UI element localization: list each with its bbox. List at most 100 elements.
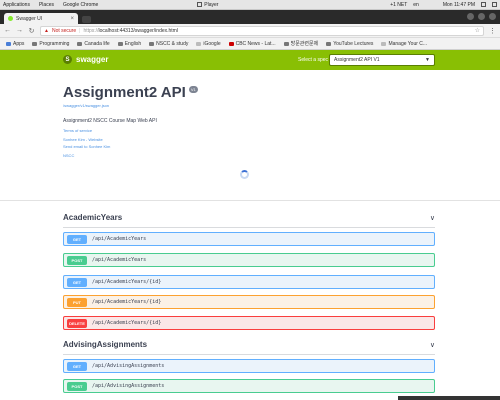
swagger-favicon-icon [8, 16, 13, 21]
method-badge: PUT [67, 297, 87, 307]
places-menu[interactable]: Places [39, 2, 54, 8]
bookmark-apps[interactable]: Apps [6, 41, 24, 47]
operation-get-advising-assignments[interactable]: GET /api/AdvisingAssignments [63, 359, 435, 373]
bookmark-label: Canada life [84, 40, 110, 47]
new-tab-button[interactable] [82, 16, 91, 23]
swagger-logo-icon: S [63, 55, 72, 64]
bookmark-programming[interactable]: Programming [32, 41, 69, 47]
operation-delete-academic-year[interactable]: DELETE /api/AcademicYears/{id} [63, 316, 435, 330]
license-link[interactable]: NSCC [63, 153, 443, 158]
chevron-down-icon[interactable]: ∨ [430, 341, 435, 349]
method-badge: POST [67, 381, 87, 391]
api-info: Assignment2 API V1 /swagger/v1/swagger.j… [63, 84, 443, 158]
close-window-icon[interactable] [489, 13, 496, 20]
applications-label: Applications [3, 1, 30, 8]
bookmark-cbc-news[interactable]: CBC News - Lat... [228, 40, 276, 47]
operation-post-academic-years[interactable]: POST /api/AcademicYears [63, 253, 435, 267]
operation-path: /api/AcademicYears/{id} [92, 279, 162, 285]
browser-toolbar: ← → ↻ ▲ Not secure | https://localhost:4… [0, 24, 500, 38]
spec-json-link[interactable]: /swagger/v1/swagger.json [63, 103, 443, 108]
url-scheme: https:// [83, 27, 99, 34]
reload-icon[interactable]: ↻ [28, 27, 35, 35]
player-icon [197, 2, 203, 7]
contact-website-link[interactable]: Sonhee Kim - Website [63, 137, 443, 142]
tag-advising-assignments[interactable]: AdvisingAssignments ∨ [63, 335, 435, 355]
minimize-icon[interactable] [467, 13, 474, 20]
operation-path: /api/AcademicYears/{id} [92, 320, 162, 326]
language-indicator[interactable]: en [413, 2, 419, 8]
browser-tab[interactable]: Swagger UI × [4, 13, 78, 24]
volume-icon[interactable] [481, 2, 486, 7]
bookmark-label: Manage Your C... [388, 40, 428, 47]
bookmark-label: NSCC & study [156, 40, 189, 47]
player-taskbar-item[interactable]: Player [197, 2, 218, 8]
contact-email-link[interactable]: Send email to Sonhee Kim [63, 144, 443, 149]
bookmark-label: 방문관련문제 [290, 41, 319, 47]
page-icon [196, 41, 202, 46]
bookmark-english[interactable]: English [117, 40, 142, 47]
applications-menu[interactable]: Applications [3, 2, 30, 8]
os-top-panel: Applications Places Google Chrome Player… [0, 0, 500, 10]
spec-select-value: Assignment2 API V1 [334, 57, 380, 63]
folder-icon [77, 41, 83, 46]
bookmark-korean[interactable]: 방문관련문제 [283, 40, 319, 47]
tag-academic-years[interactable]: AcademicYears ∨ [63, 208, 435, 228]
back-arrow-icon[interactable]: ← [4, 27, 11, 34]
power-icon[interactable] [492, 2, 497, 7]
browser-tab-strip: Swagger UI × [0, 10, 500, 24]
tag-title: AdvisingAssignments [63, 340, 148, 349]
operation-path: /api/AdvisingAssignments [92, 383, 165, 389]
forward-arrow-icon[interactable]: → [16, 27, 23, 34]
swagger-logo-text: swagger [76, 55, 109, 64]
not-secure-label: Not secure [51, 27, 77, 34]
bookmark-label: CBC News - Lat... [235, 40, 276, 47]
chevron-down-icon: ▼ [425, 57, 430, 63]
player-label: Player [204, 1, 219, 8]
version-badge: V1 [188, 86, 198, 93]
section-divider [0, 200, 500, 201]
folder-icon [32, 41, 38, 46]
swagger-logo[interactable]: S swagger [63, 55, 108, 64]
tab-close-icon[interactable]: × [70, 16, 74, 22]
method-badge: DELETE [67, 318, 87, 328]
bookmark-label: YouTube Lectures [333, 40, 374, 47]
bookmark-star-icon[interactable]: ☆ [475, 27, 480, 34]
bookmark-igoogle[interactable]: iGoogle [196, 40, 221, 47]
bookmark-label: English [124, 40, 142, 47]
operation-path: /api/AcademicYears [92, 257, 147, 263]
os-status-area: +1 NET en Mon 11:47 PM [390, 2, 497, 8]
spec-select[interactable]: Assignment2 API V1 ▼ [329, 54, 435, 66]
chevron-down-icon[interactable]: ∨ [430, 214, 435, 222]
bookmark-label: Programming [39, 40, 70, 47]
terms-of-service-link[interactable]: Terms of service [63, 128, 443, 133]
network-status[interactable]: +1 NET [390, 2, 407, 8]
tag-title: AcademicYears [63, 213, 123, 222]
tab-title: Swagger UI [16, 15, 43, 22]
places-label: Places [38, 1, 54, 8]
operation-get-academic-years[interactable]: GET /api/AcademicYears [63, 232, 435, 246]
bookmark-label: iGoogle [203, 40, 221, 47]
bookmark-canada-life[interactable]: Canada life [77, 40, 110, 47]
api-description: Assignment2 NSCC Course Map Web API [63, 118, 157, 124]
api-title: Assignment2 API [63, 84, 186, 101]
swagger-topbar: S swagger Select a spec Assignment2 API … [0, 50, 500, 70]
operation-get-academic-year-by-id[interactable]: GET /api/AcademicYears/{id} [63, 275, 435, 289]
apps-grid-icon [6, 41, 11, 46]
maximize-icon[interactable] [478, 13, 485, 20]
browser-menu-icon[interactable]: ⋮ [489, 27, 496, 35]
window-controls [467, 13, 496, 20]
operation-path: /api/AcademicYears [92, 236, 147, 242]
bookmark-youtube-lectures[interactable]: YouTube Lectures [326, 41, 373, 47]
operation-post-advising-assignments[interactable]: POST /api/AdvisingAssignments [63, 379, 435, 393]
mouse-busy-cursor-icon [240, 170, 249, 179]
method-badge: GET [67, 234, 87, 244]
chrome-taskbar-item[interactable]: Google Chrome [63, 2, 98, 8]
bookmark-manage[interactable]: Manage Your C... [381, 41, 427, 47]
clock[interactable]: Mon 11:47 PM [443, 2, 475, 8]
bookmark-nscc-study[interactable]: NSCC & study [149, 41, 188, 47]
folder-icon [117, 41, 123, 46]
address-bar[interactable]: ▲ Not secure | https://localhost:44313/s… [40, 25, 484, 36]
separator: | [79, 27, 81, 34]
operation-put-academic-year[interactable]: PUT /api/AcademicYears/{id} [63, 295, 435, 309]
warning-icon: ▲ [44, 27, 49, 34]
